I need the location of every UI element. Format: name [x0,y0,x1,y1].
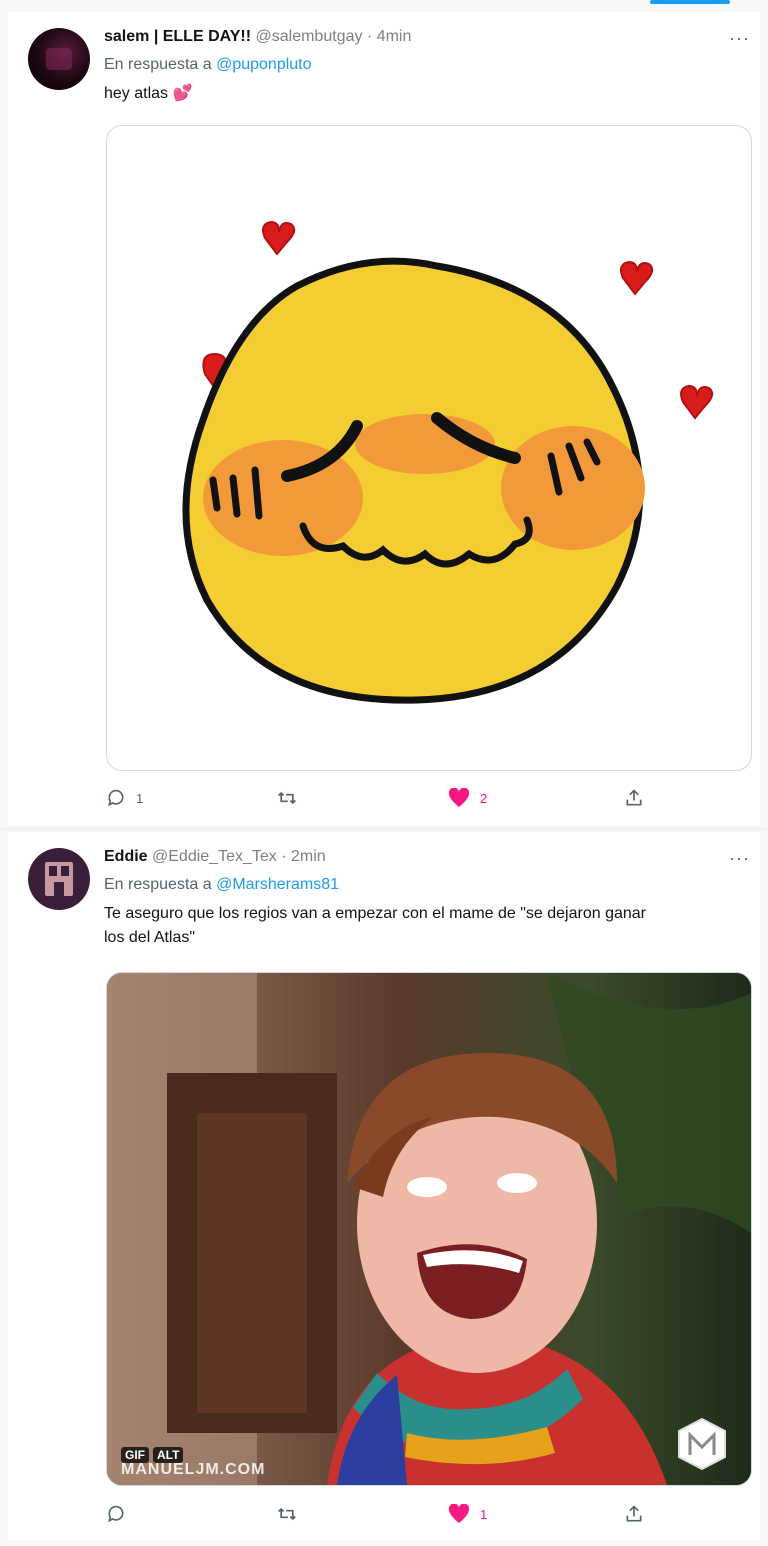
tweet-image[interactable] [106,125,752,771]
display-name[interactable]: Eddie [104,848,148,865]
display-name[interactable]: salem | ELLE DAY!! [104,28,251,45]
tweet-header: salem | ELLE DAY!! @salembutgay · 4min [104,28,411,46]
reply-prefix: En respuesta a [104,876,212,893]
active-tab-indicator [650,0,730,4]
hexagon-logo-icon [678,1417,726,1471]
gif-watermark: MANUELJM.COM [121,1461,266,1478]
tweet-divider [0,827,768,831]
reply-context: En respuesta a @Marsherams81 [104,876,339,894]
heart-icon [448,788,470,808]
tweet-header: Eddie @Eddie_Tex_Tex · 2min [104,848,326,866]
share-icon [626,789,642,806]
blushing-emoji-drawing [182,220,714,704]
like-count: 1 [480,1506,488,1522]
timestamp[interactable]: 2min [291,848,326,865]
separator: · [281,848,287,865]
avatar[interactable] [28,848,90,910]
tweet[interactable]: salem | ELLE DAY!! @salembutgay · 4min ·… [8,12,760,826]
like-button[interactable]: 2 [448,788,487,808]
handle[interactable]: @Eddie_Tex_Tex [152,848,277,865]
more-options-icon[interactable]: ··· [729,848,750,869]
tweet-actions: 1 [106,1504,706,1528]
avatar[interactable] [28,28,90,90]
reply-button[interactable] [106,1504,136,1524]
tweet-text-line: Te aseguro que los regios van a empezar … [104,905,646,922]
tweet-gif[interactable]: GIF ALT MANUELJM.COM [106,972,752,1486]
share-icon [626,1505,642,1522]
tweet-text: Te aseguro que los regios van a empezar … [104,902,646,950]
separator: · [366,28,373,45]
retweet-button[interactable] [276,788,308,808]
tweet-actions: 1 2 [106,788,706,812]
reply-prefix: En respuesta a [104,56,212,73]
more-options-icon[interactable]: ··· [729,28,750,49]
like-button[interactable]: 1 [448,1504,487,1524]
timestamp[interactable]: 4min [377,28,412,45]
heart-icon [448,1504,470,1524]
crying-boy-gif [107,973,751,1485]
share-button[interactable] [624,788,644,808]
reply-count: 1 [136,790,144,806]
reply-mention-link[interactable]: @Marsherams81 [216,876,339,893]
retweet-button[interactable] [276,1504,308,1524]
retweet-icon [278,791,296,805]
share-button[interactable] [624,1504,644,1524]
retweet-icon [278,1507,296,1521]
handle[interactable]: @salembutgay [256,28,363,45]
tweet-text-line: los del Atlas" [104,929,196,946]
tweet-text: hey atlas 💕 [104,85,193,102]
tweet[interactable]: Eddie @Eddie_Tex_Tex · 2min ··· En respu… [8,832,760,1540]
like-count: 2 [480,790,488,806]
reply-mention-link[interactable]: @puponpluto [216,56,311,73]
reply-context: En respuesta a @puponpluto [104,56,312,74]
reply-button[interactable]: 1 [106,788,143,808]
reply-icon [108,1505,124,1523]
reply-icon [108,789,124,807]
